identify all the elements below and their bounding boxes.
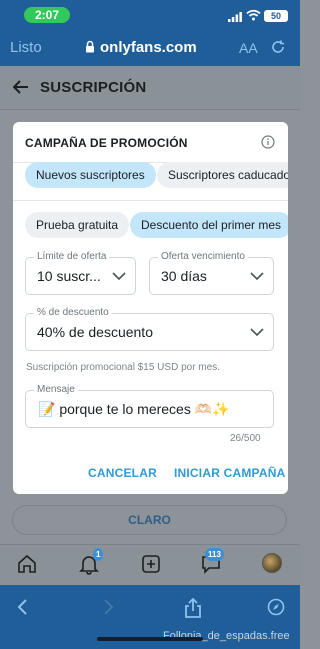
cancel-button[interactable]: CANCELAR <box>88 466 157 480</box>
text-size-button[interactable]: AA <box>239 40 258 56</box>
promo-campaign-dialog: CAMPAÑA DE PROMOCIÓN Nuevos suscriptores… <box>13 122 288 494</box>
chip-expired-subscribers[interactable]: Suscriptores caducados <box>157 162 288 188</box>
offer-limit-value: 10 suscr... <box>37 268 101 284</box>
back-arrow-icon[interactable] <box>13 80 29 94</box>
status-time: 2:07 <box>24 7 70 23</box>
browser-back-icon[interactable] <box>16 598 30 616</box>
add-post-icon[interactable] <box>140 553 162 575</box>
chip-first-month-discount[interactable]: Descuento del primer mes <box>130 212 288 238</box>
offer-expiry-select[interactable]: Oferta vencimiento 30 días <box>149 251 274 295</box>
offer-expiry-value: 30 días <box>161 268 207 284</box>
home-icon[interactable] <box>16 553 38 575</box>
browser-forward-icon[interactable] <box>101 598 115 616</box>
page-header: SUSCRIPCIÓN <box>0 66 300 110</box>
compass-icon[interactable] <box>267 598 285 616</box>
browser-done-button[interactable]: Listo <box>10 39 42 56</box>
discount-select[interactable]: % de descuento 40% de descuento <box>25 307 274 351</box>
dialog-title: CAMPAÑA DE PROMOCIÓN <box>25 136 188 150</box>
claro-button[interactable]: CLARO <box>12 505 287 535</box>
notifications-badge: 1 <box>93 548 104 561</box>
chip-free-trial[interactable]: Prueba gratuita <box>25 212 130 238</box>
chevron-down-icon <box>250 272 264 281</box>
offer-limit-select[interactable]: Límite de oferta 10 suscr... <box>25 251 136 295</box>
battery-indicator: 50 <box>264 10 288 22</box>
start-campaign-button[interactable]: INICIAR CAMPAÑA <box>174 466 285 480</box>
promo-price-hint: Suscripción promocional $15 USD por mes. <box>26 362 220 373</box>
signal-icon <box>228 12 242 22</box>
chevron-down-icon <box>250 328 264 337</box>
message-input[interactable]: Mensaje 📝 porque te lo mereces 🫶🏻✨ <box>25 384 274 428</box>
home-indicator <box>97 637 203 641</box>
lock-icon <box>86 40 94 53</box>
share-icon[interactable] <box>184 598 202 618</box>
offer-expiry-label: Oferta vencimiento <box>158 251 248 262</box>
character-counter: 26/500 <box>230 433 261 444</box>
message-label: Mensaje <box>34 384 78 395</box>
message-value: 📝 porque te lo mereces 🫶🏻✨ <box>38 401 230 417</box>
browser-url-bar: Listo onlyfans.com AA <box>0 30 300 66</box>
wifi-icon <box>246 9 261 21</box>
chip-new-subscribers[interactable]: Nuevos suscriptores <box>25 162 156 188</box>
messages-badge: 113 <box>205 548 224 561</box>
divider <box>13 200 288 201</box>
chevron-down-icon <box>112 272 126 281</box>
info-icon[interactable] <box>261 135 275 149</box>
app-bottom-nav: 1 113 <box>0 545 300 585</box>
reload-icon[interactable] <box>270 39 286 55</box>
browser-url[interactable]: onlyfans.com <box>100 39 197 56</box>
offer-limit-label: Límite de oferta <box>34 251 110 262</box>
avatar[interactable] <box>262 553 282 573</box>
discount-label: % de descuento <box>34 307 112 318</box>
page-title: SUSCRIPCIÓN <box>40 79 147 96</box>
discount-value: 40% de descuento <box>37 324 153 340</box>
status-bar: 2:07 50 <box>0 0 300 30</box>
